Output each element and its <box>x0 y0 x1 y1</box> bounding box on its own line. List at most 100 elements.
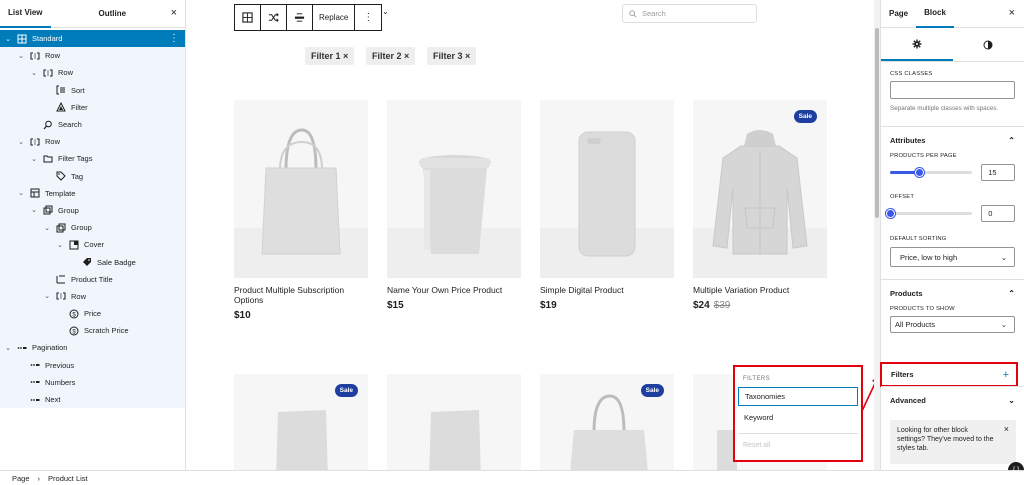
list-view-item[interactable]: Search <box>0 115 185 134</box>
close-icon[interactable]: × <box>171 7 177 19</box>
tab-settings[interactable] <box>881 28 953 61</box>
more-options-icon[interactable]: ⋮ <box>169 33 179 44</box>
search-input[interactable]: Search <box>622 4 757 23</box>
product-title[interactable]: Multiple Variation Product <box>693 285 827 295</box>
products-per-page-input[interactable]: 15 <box>981 164 1015 181</box>
offset-input[interactable]: 0 <box>981 205 1015 222</box>
list-view-item[interactable]: Sort <box>0 81 185 99</box>
product-card[interactable]: Sale <box>234 374 368 470</box>
list-view-item[interactable]: Next <box>0 390 185 409</box>
products-per-page-slider[interactable] <box>890 168 973 177</box>
chevron-down-icon[interactable]: ⌄ <box>56 241 64 249</box>
css-classes-label: CSS CLASSES <box>890 71 933 77</box>
chevron-down-icon[interactable]: ⌄ <box>17 52 25 60</box>
list-view-item[interactable]: Product Title <box>0 270 185 288</box>
breadcrumb-item-product-list[interactable]: Product List <box>48 474 88 483</box>
chevron-down-icon[interactable]: ⌄ <box>30 206 38 214</box>
list-view-item[interactable]: Numbers <box>0 373 185 391</box>
product-image: Sale <box>693 100 827 278</box>
chevron-down-icon[interactable]: ⌄ <box>17 138 25 146</box>
product-card[interactable]: Sale <box>540 374 674 470</box>
tab-styles[interactable] <box>953 28 1024 61</box>
list-view-item[interactable]: ⌄ Row <box>0 47 185 65</box>
breadcrumb-item-page[interactable]: Page <box>12 474 30 483</box>
chevron-down-icon[interactable]: ⌄ <box>4 35 12 43</box>
tab-outline[interactable]: Outline <box>91 0 135 28</box>
tab-list-view[interactable]: List View <box>0 0 51 28</box>
chevron-down-icon[interactable]: ⌄ <box>17 189 25 197</box>
list-view-item[interactable]: ⌄ Row <box>0 287 185 305</box>
default-sorting-label: DEFAULT SORTING <box>890 236 947 242</box>
product-card[interactable] <box>387 374 521 470</box>
attributes-panel-toggle[interactable]: Attributes ⌃ <box>881 126 1024 153</box>
filter-chip[interactable]: Filter 1 × <box>305 47 355 65</box>
block-toolbar: Replace ⋮ <box>234 4 383 31</box>
list-view-item[interactable]: ⌄ Cover <box>0 236 185 254</box>
list-view-item-label: Product Title <box>71 274 113 284</box>
close-icon[interactable]: × <box>1004 425 1009 434</box>
reset-all-button[interactable]: Reset all <box>743 442 861 449</box>
list-view-item-label: Search <box>58 120 82 130</box>
product-title[interactable]: Name Your Own Price Product <box>387 285 521 295</box>
chevron-down-icon[interactable]: ⌄ <box>43 292 51 300</box>
close-icon[interactable]: × <box>1009 7 1015 19</box>
grid-icon <box>17 34 27 44</box>
tab-page[interactable]: Page <box>881 0 916 28</box>
default-sorting-value: Price, low to high <box>900 252 958 262</box>
list-view-item[interactable]: Tag <box>0 167 185 185</box>
list-view-item[interactable]: ⌄ Filter Tags <box>0 150 185 168</box>
replace-button[interactable]: Replace <box>313 5 356 30</box>
list-view-item[interactable]: ⌄ Pagination <box>0 339 185 357</box>
book-image <box>429 410 481 470</box>
list-view-item[interactable]: ⌄ Group <box>0 201 185 220</box>
list-view-item-label: Price <box>84 309 102 319</box>
grid-icon <box>242 12 253 23</box>
list-view-item[interactable]: Previous <box>0 356 185 374</box>
products-panel-toggle[interactable]: Products ⌃ <box>881 279 1024 306</box>
block-type-button[interactable] <box>235 5 261 30</box>
chevron-down-icon[interactable]: ⌄ <box>382 7 389 16</box>
filter-chip[interactable]: Filter 3 × <box>427 47 477 65</box>
list-view-item[interactable]: $ Price <box>0 305 185 323</box>
sale-badge: Sale <box>640 384 664 397</box>
offset-slider[interactable] <box>886 209 973 218</box>
align-button[interactable] <box>287 5 313 30</box>
css-classes-field[interactable] <box>890 81 1015 99</box>
list-view-item[interactable]: ⌄ Template <box>0 184 185 202</box>
price: $10 <box>234 310 251 321</box>
chevron-down-icon[interactable]: ⌄ <box>43 224 51 232</box>
chevron-down-icon[interactable]: ⌄ <box>30 155 38 163</box>
tag-icon <box>56 171 66 181</box>
product-card[interactable]: Sale Multiple Variation Product $24 $39 <box>693 100 827 311</box>
default-sorting-select[interactable]: Price, low to high ⌄ <box>890 247 1015 267</box>
group-icon <box>56 223 66 233</box>
filter-chip[interactable]: Filter 2 × <box>366 47 416 65</box>
chevron-down-icon[interactable]: ⌄ <box>30 69 38 77</box>
list-view-item[interactable]: ⌄ Row <box>0 64 185 82</box>
menu-item-keyword[interactable]: Keyword <box>738 408 858 427</box>
advanced-panel-toggle[interactable]: Advanced ⌄ <box>881 386 1024 413</box>
product-title[interactable]: Simple Digital Product <box>540 285 674 295</box>
product-card[interactable]: Product Multiple Subscription Options $1… <box>234 100 368 321</box>
list-view-item[interactable]: $ Scratch Price <box>0 322 185 340</box>
more-options-button[interactable]: ⋮ <box>355 5 381 30</box>
tote-bag-image <box>570 394 648 470</box>
chevron-down-icon[interactable]: ⌄ <box>4 344 12 352</box>
list-view-item[interactable]: Filter <box>0 98 185 116</box>
list-view-item[interactable]: ⌄ Group <box>0 219 185 237</box>
shuffle-button[interactable] <box>261 5 287 30</box>
products-to-show-select[interactable]: All Products ⌄ <box>890 316 1015 333</box>
list-view-item[interactable]: ⌄ Row <box>0 133 185 151</box>
tab-block[interactable]: Block <box>916 0 954 28</box>
product-card[interactable]: Simple Digital Product $19 <box>540 100 674 311</box>
product-title[interactable]: Product Multiple Subscription Options <box>234 285 368 305</box>
slider-thumb[interactable] <box>915 168 925 177</box>
menu-item-taxonomies[interactable]: Taxonomies <box>738 387 858 406</box>
scrollbar-thumb[interactable] <box>875 28 879 218</box>
filters-panel-toggle[interactable]: Filters + <box>880 362 1018 387</box>
list-view-item[interactable]: Sale Badge <box>0 253 185 271</box>
slider-thumb[interactable] <box>886 209 895 218</box>
list-view-item[interactable]: ⌄ Standard ⋮ <box>0 30 185 48</box>
add-filter-button[interactable]: + <box>1003 369 1009 381</box>
product-card[interactable]: Name Your Own Price Product $15 <box>387 100 521 311</box>
